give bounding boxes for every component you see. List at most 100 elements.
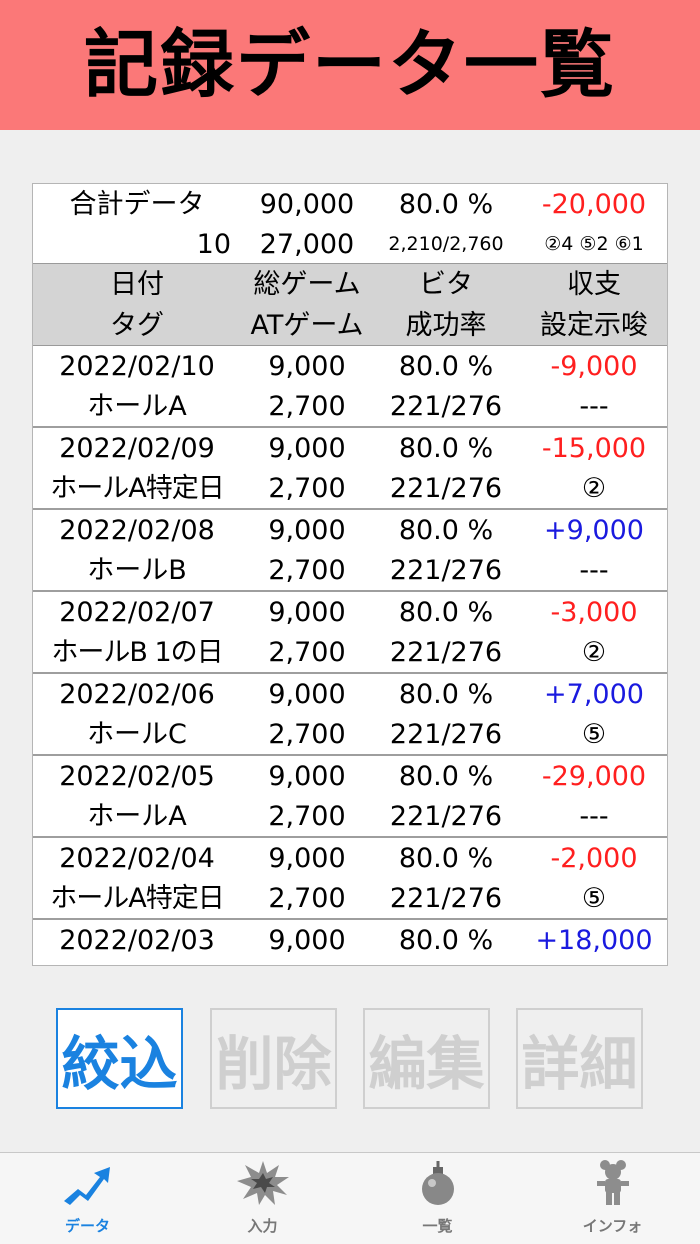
filter-button[interactable]: 絞込: [56, 1008, 183, 1109]
record-tag: ホールA: [87, 800, 187, 832]
record-balance: -9,000: [550, 350, 638, 382]
record-balance: -3,000: [550, 596, 638, 628]
record-ratio: 221/276: [389, 882, 503, 914]
header-date: 日付: [110, 269, 164, 300]
record-date: 2022/02/06: [59, 678, 215, 710]
record-total-games: 9,000: [268, 760, 346, 792]
record-at-games: 2,700: [268, 554, 346, 586]
summary-rate: 80.0 %: [398, 188, 494, 220]
header-success-rate: 成功率: [405, 310, 487, 341]
records-list[interactable]: 2022/02/10 9,000 80.0 % -9,000 ホールA 2,70…: [33, 346, 667, 965]
record-tag: ホールC: [87, 718, 187, 750]
record-tag: ホールB: [87, 554, 187, 586]
record-at-games: 2,700: [268, 882, 346, 914]
record-at-games: 2,700: [268, 718, 346, 750]
record-total-games: 9,000: [268, 350, 346, 382]
record-total-games: 9,000: [268, 678, 346, 710]
record-hint: ---: [579, 554, 609, 586]
tab-label: インフォ: [582, 1217, 643, 1235]
record-date: 2022/02/04: [59, 842, 215, 874]
record-at-games: 2,700: [268, 800, 346, 832]
record-hint: ⑤: [581, 718, 607, 750]
record-hint: ⑤: [581, 882, 607, 914]
record-at-games: 2,700: [268, 472, 346, 504]
title-banner: 記録データ一覧: [0, 0, 700, 130]
records-table[interactable]: 合計データ 90,000 80.0 % -20,000 10 27,000 2,…: [32, 183, 668, 966]
record-hint: ---: [579, 390, 609, 422]
page-title: 記録データ一覧: [84, 22, 616, 108]
record-balance: +9,000: [544, 514, 644, 546]
record-at-games: 2,700: [268, 636, 346, 668]
header-total-games: 総ゲーム: [253, 269, 361, 300]
record-date: 2022/02/05: [59, 760, 215, 792]
record-rate: 80.0 %: [398, 924, 494, 956]
table-row[interactable]: 2022/02/03 9,000 80.0 % +18,000: [33, 920, 667, 965]
record-hint: ②: [581, 472, 607, 504]
record-ratio: 221/276: [389, 636, 503, 668]
chart-arrow-icon: [58, 1155, 118, 1211]
record-balance: -2,000: [550, 842, 638, 874]
bomb-icon: [408, 1155, 468, 1211]
tab-label: 入力: [247, 1217, 278, 1235]
record-rate: 80.0 %: [398, 514, 494, 546]
record-date: 2022/02/10: [59, 350, 215, 382]
record-date: 2022/02/08: [59, 514, 215, 546]
table-row[interactable]: 2022/02/07 9,000 80.0 % -3,000 ホールB 1の日 …: [33, 592, 667, 674]
record-rate: 80.0 %: [398, 842, 494, 874]
header-balance: 収支: [567, 269, 621, 300]
record-rate: 80.0 %: [398, 432, 494, 464]
summary-label: 合計データ: [69, 188, 205, 220]
record-hint: ---: [579, 800, 609, 832]
record-tag: ホールA特定日: [50, 882, 224, 914]
summary-count: 10: [196, 228, 231, 260]
record-ratio: 221/276: [389, 718, 503, 750]
person-icon: [583, 1155, 643, 1211]
record-total-games: 9,000: [268, 432, 346, 464]
record-balance: -15,000: [541, 432, 647, 464]
record-ratio: 221/276: [389, 800, 503, 832]
tab-label: データ: [64, 1217, 110, 1235]
table-row[interactable]: 2022/02/10 9,000 80.0 % -9,000 ホールA 2,70…: [33, 346, 667, 428]
table-row[interactable]: 2022/02/06 9,000 80.0 % +7,000 ホールC 2,70…: [33, 674, 667, 756]
record-rate: 80.0 %: [398, 678, 494, 710]
record-rate: 80.0 %: [398, 596, 494, 628]
header-at-games: ATゲーム: [250, 310, 364, 341]
record-at-games: 2,700: [268, 390, 346, 422]
tab-data[interactable]: データ: [0, 1153, 175, 1244]
summary-row: 合計データ 90,000 80.0 % -20,000 10 27,000 2,…: [33, 184, 667, 264]
tab-info[interactable]: インフォ: [525, 1153, 700, 1244]
record-balance: -29,000: [541, 760, 647, 792]
header-bita: ビタ: [419, 269, 473, 300]
record-rate: 80.0 %: [398, 760, 494, 792]
tab-input[interactable]: 入力: [175, 1153, 350, 1244]
tab-label: 一覧: [422, 1217, 453, 1235]
record-total-games: 9,000: [268, 596, 346, 628]
record-tag: ホールB 1の日: [51, 636, 223, 668]
table-row[interactable]: 2022/02/08 9,000 80.0 % +9,000 ホールB 2,70…: [33, 510, 667, 592]
record-balance: +7,000: [544, 678, 644, 710]
table-row[interactable]: 2022/02/09 9,000 80.0 % -15,000 ホールA特定日 …: [33, 428, 667, 510]
record-ratio: 221/276: [389, 390, 503, 422]
header-setting-hint: 設定示唆: [540, 310, 648, 341]
record-total-games: 9,000: [268, 514, 346, 546]
record-date: 2022/02/09: [59, 432, 215, 464]
record-hint: ②: [581, 636, 607, 668]
record-ratio: 221/276: [389, 554, 503, 586]
edit-button[interactable]: 編集: [363, 1008, 490, 1109]
detail-button[interactable]: 詳細: [516, 1008, 643, 1109]
tab-list[interactable]: 一覧: [350, 1153, 525, 1244]
header-tag: タグ: [110, 310, 164, 341]
tab-bar: データ 入力 一覧 インフォ: [0, 1152, 700, 1244]
record-rate: 80.0 %: [398, 350, 494, 382]
record-tag: ホールA: [87, 390, 187, 422]
record-balance: +18,000: [535, 924, 653, 956]
explosion-icon: [233, 1155, 293, 1211]
delete-button[interactable]: 削除: [210, 1008, 337, 1109]
record-total-games: 9,000: [268, 924, 346, 956]
table-row[interactable]: 2022/02/05 9,000 80.0 % -29,000 ホールA 2,7…: [33, 756, 667, 838]
record-tag: ホールA特定日: [50, 472, 224, 504]
summary-ratio: 2,210/2,760: [388, 232, 504, 255]
table-header: 日付 総ゲーム ビタ 収支 タグ ATゲーム 成功率 設定示唆: [33, 264, 667, 346]
table-row[interactable]: 2022/02/04 9,000 80.0 % -2,000 ホールA特定日 2…: [33, 838, 667, 920]
record-ratio: 221/276: [389, 472, 503, 504]
